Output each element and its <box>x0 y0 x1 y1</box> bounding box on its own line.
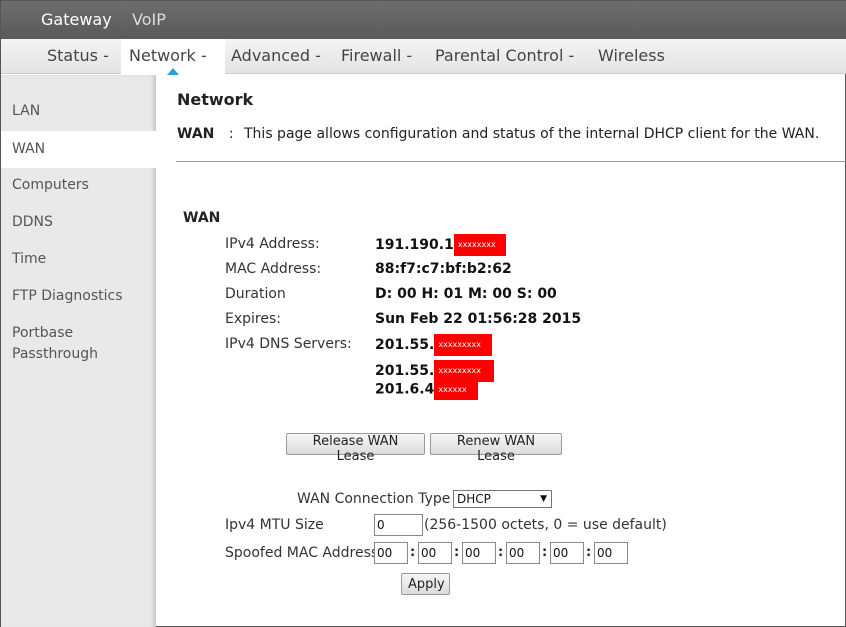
dns-server-3-text: 201.6.4 <box>375 381 435 398</box>
mac-separator: : <box>542 545 548 560</box>
duration-value: D: 00 H: 01 M: 00 S: 00 <box>375 286 557 302</box>
renew-wan-lease-button[interactable]: Renew WAN Lease <box>430 433 562 464</box>
dropdown-arrow-icon: ▼ <box>540 494 547 504</box>
spoofed-mac-octet-2[interactable] <box>418 542 452 564</box>
wan-connection-type-select[interactable]: DHCP ▼ <box>453 490 552 508</box>
dns-server-1-text: 201.55. <box>375 337 435 353</box>
menu-advanced[interactable]: Advanced - <box>223 39 329 74</box>
menu-wireless[interactable]: Wireless <box>590 39 673 74</box>
mac-separator: : <box>586 545 592 560</box>
description-separator: : <box>228 126 234 142</box>
sidebar-item-ftp-diagnostics[interactable]: FTP Diagnostics <box>1 286 156 307</box>
dns-server-3: 201.6.4 xxxxxx <box>375 379 479 400</box>
sidebar-item-time[interactable]: Time <box>1 249 156 270</box>
spoofed-mac-octet-5[interactable] <box>550 542 584 564</box>
dns-server-2-text: 201.55. <box>375 363 435 379</box>
sidebar-item-wan[interactable]: WAN <box>1 131 156 168</box>
tab-gateway[interactable]: Gateway <box>41 10 112 29</box>
menu-status[interactable]: Status - <box>39 39 117 74</box>
ipv4-address-text: 191.190.1 <box>375 237 454 253</box>
main-content: Network WAN : This page allows configura… <box>156 75 846 627</box>
sidebar: LAN WAN Computers DDNS Time FTP Diagnost… <box>1 75 156 627</box>
wan-connection-type-value: DHCP <box>457 492 491 506</box>
page-description: WAN : This page allows configuration and… <box>177 126 819 142</box>
main-menu-bar: Status - Network - Advanced - Firewall -… <box>1 39 846 75</box>
sidebar-item-lan[interactable]: LAN <box>1 101 156 122</box>
mac-address-label: MAC Address: <box>225 261 322 277</box>
mac-separator: : <box>410 545 416 560</box>
redaction-box: xxxxxxxxx <box>434 334 493 356</box>
sidebar-item-ddns[interactable]: DDNS <box>1 212 156 233</box>
section-heading-wan: WAN <box>183 210 221 226</box>
mac-separator: : <box>454 545 460 560</box>
menu-network-label: Network - <box>129 46 207 65</box>
mtu-size-label: Ipv4 MTU Size <box>225 517 324 533</box>
active-indicator-caret-icon <box>167 68 179 75</box>
wan-connection-type-label: WAN Connection Type <box>297 491 451 507</box>
duration-label: Duration <box>225 286 286 302</box>
expires-value: Sun Feb 22 01:56:28 2015 <box>375 311 582 327</box>
spoofed-mac-octet-3[interactable] <box>462 542 496 564</box>
mac-address-value: 88:f7:c7:bf:b2:62 <box>375 261 512 277</box>
apply-button[interactable]: Apply <box>401 573 450 595</box>
dns-server-1: 201.55. xxxxxxxxx <box>375 334 493 356</box>
description-key: WAN <box>177 126 215 142</box>
expires-label: Expires: <box>225 311 281 327</box>
spoofed-mac-octet-6[interactable] <box>594 542 628 564</box>
mtu-size-hint: (256-1500 octets, 0 = use default) <box>424 517 667 533</box>
top-tab-bar: Gateway VoIP <box>1 1 846 39</box>
sidebar-item-portbase-passthrough[interactable]: Portbase Passthrough <box>1 323 121 365</box>
tab-voip[interactable]: VoIP <box>132 10 166 29</box>
spoofed-mac-label: Spoofed MAC Address <box>225 545 379 561</box>
redaction-box: xxxxxx <box>434 379 479 400</box>
mtu-size-input[interactable] <box>374 514 423 536</box>
spoofed-mac-octet-1[interactable] <box>374 542 408 564</box>
page-title: Network <box>177 90 254 109</box>
sidebar-item-computers[interactable]: Computers <box>1 175 156 196</box>
menu-parental-control[interactable]: Parental Control - <box>427 39 582 74</box>
menu-firewall[interactable]: Firewall - <box>333 39 420 74</box>
redaction-box: xxxxxxxx <box>453 234 506 256</box>
dns-servers-label: IPv4 DNS Servers: <box>225 336 352 352</box>
spoofed-mac-octet-4[interactable] <box>506 542 540 564</box>
ipv4-address-value: 191.190.1 xxxxxxxx <box>375 234 506 256</box>
release-wan-lease-button[interactable]: Release WAN Lease <box>286 433 425 464</box>
divider <box>176 161 846 162</box>
description-text: This page allows configuration and statu… <box>244 126 820 142</box>
menu-network[interactable]: Network - <box>121 39 225 75</box>
ipv4-address-label: IPv4 Address: <box>225 236 320 252</box>
mac-separator: : <box>498 545 504 560</box>
